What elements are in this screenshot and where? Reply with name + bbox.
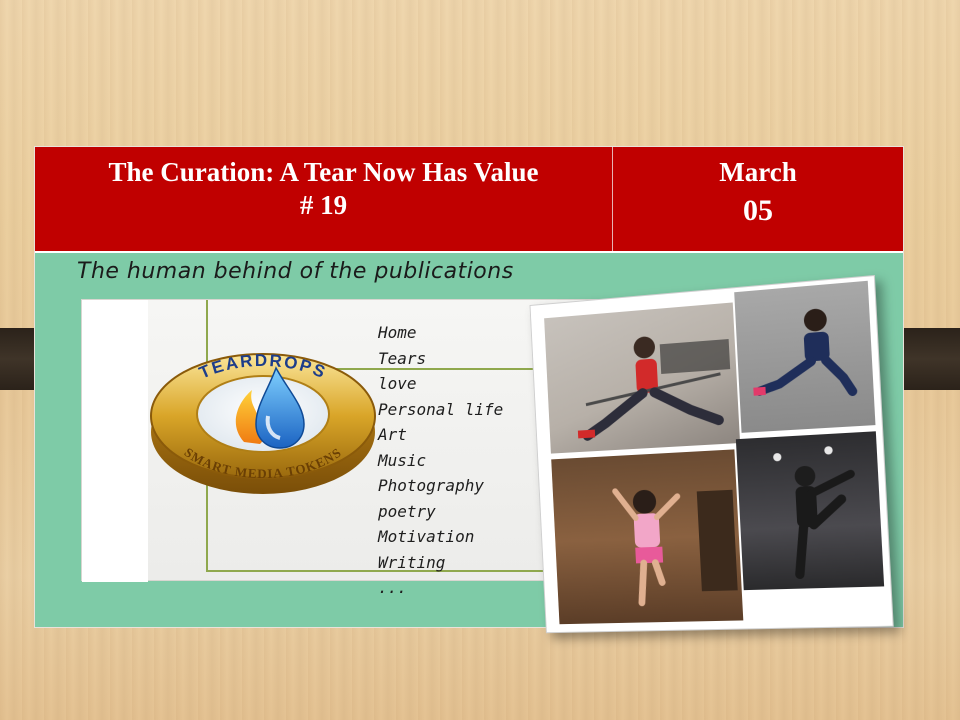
date-month: March (719, 157, 797, 187)
title-line-2: # 19 (299, 190, 348, 220)
photo-child-pose (551, 449, 744, 625)
photo-woman-kick (735, 431, 885, 590)
blog-menu: Home Tears love Personal life Art Music … (378, 320, 503, 601)
menu-item-photography[interactable]: Photography (378, 473, 503, 499)
menu-item-writing[interactable]: Writing (378, 550, 503, 576)
menu-item-home[interactable]: Home (378, 320, 503, 346)
menu-item-love[interactable]: love (378, 371, 503, 397)
photo-woman-stretch (544, 302, 741, 453)
menu-item-poetry[interactable]: poetry (378, 499, 503, 525)
menu-item-tears[interactable]: Tears (378, 346, 503, 372)
panel-margin (82, 300, 148, 582)
photo-collage-canvas (529, 274, 900, 640)
menu-item-art[interactable]: Art (378, 422, 503, 448)
title-cell: The Curation: A Tear Now Has Value # 19 (35, 147, 613, 251)
menu-item-personal-life[interactable]: Personal life (378, 397, 503, 423)
menu-item-music[interactable]: Music (378, 448, 503, 474)
menu-item-more[interactable]: ... (378, 575, 503, 601)
menu-item-motivation[interactable]: Motivation (378, 524, 503, 550)
title-header: The Curation: A Tear Now Has Value # 19 … (35, 147, 903, 253)
date-cell: March 05 (613, 147, 903, 251)
photo-collage (529, 274, 894, 634)
teardrops-logo: TEARDROPS SMART MEDIA TOKENS (150, 351, 376, 494)
subtitle: The human behind of the publications (77, 259, 514, 284)
date-day: 05 (743, 194, 773, 227)
title-line-1: The Curation: A Tear Now Has Value (108, 157, 539, 187)
photo-child-split (734, 280, 876, 433)
